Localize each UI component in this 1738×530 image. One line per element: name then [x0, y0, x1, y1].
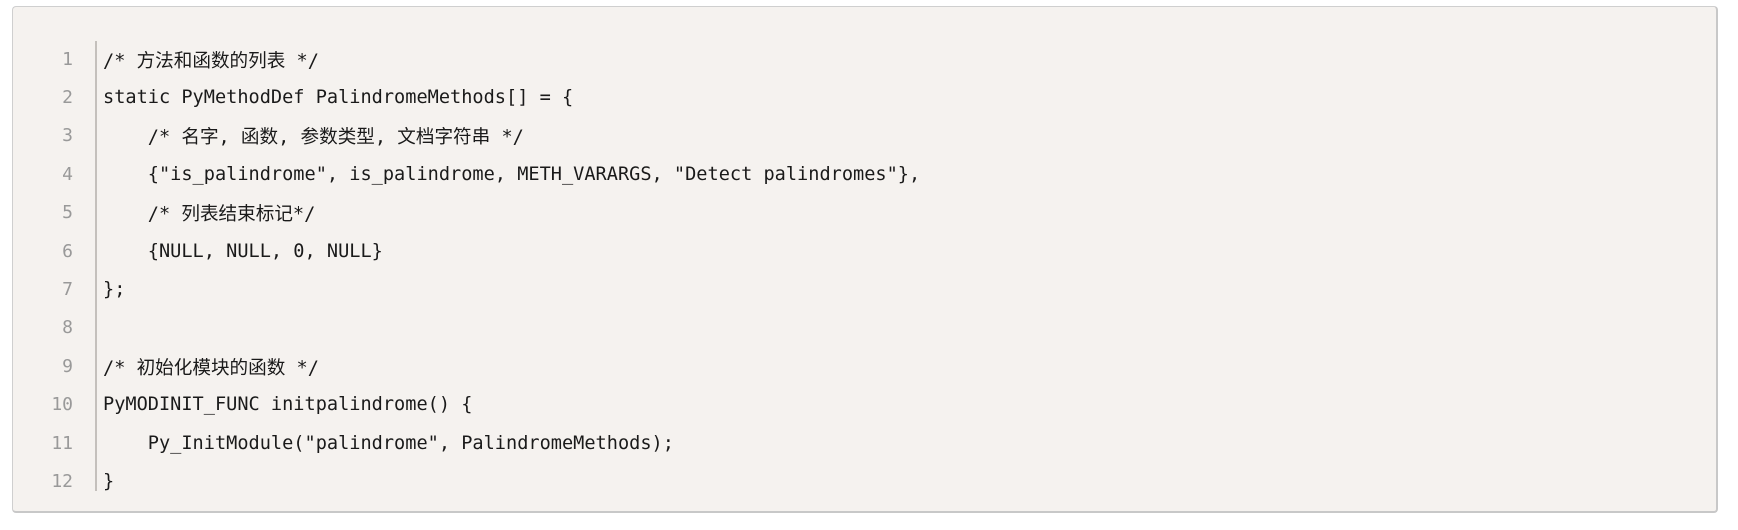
code-line: 1 /* 方法和函数的列表 */: [13, 40, 920, 78]
code-line: 6 {NULL, NULL, 0, NULL}: [13, 232, 920, 270]
line-text: };: [103, 279, 126, 301]
line-number: 5: [62, 202, 73, 224]
code-line: 11 Py_InitModule("palindrome", Palindrom…: [13, 424, 920, 462]
line-text: {"is_palindrome", is_palindrome, METH_VA…: [103, 163, 921, 185]
line-text: /* 方法和函数的列表 */: [103, 50, 319, 72]
line-text: static PyMethodDef PalindromeMethods[] =…: [103, 87, 574, 109]
code-line: 5 /* 列表结束标记*/: [13, 194, 920, 232]
line-number: 1: [62, 48, 73, 70]
line-number: 2: [62, 87, 73, 109]
line-text: /* 列表结束标记*/: [103, 204, 316, 226]
line-number: 4: [62, 163, 73, 185]
code-line: 7};: [13, 270, 920, 308]
code-block: 1 /* 方法和函数的列表 */ 2 static PyMethodDef Pali…: [12, 6, 1718, 513]
line-text: {NULL, NULL, 0, NULL}: [103, 240, 383, 262]
line-number: 10: [51, 394, 73, 416]
line-number: 9: [62, 355, 73, 377]
code-line: 3 /* 名字, 函数, 参数类型, 文档字符串 */: [13, 117, 920, 155]
line-text: Py_InitModule("palindrome", PalindromeMe…: [103, 432, 674, 454]
code-line: 10 PyMODINIT_FUNC initpalindrome() {: [13, 386, 920, 424]
line-number: 11: [51, 432, 73, 454]
code-line: 8: [13, 309, 920, 347]
line-text: /* 初始化模块的函数 */: [103, 357, 319, 379]
line-number: 6: [62, 240, 73, 262]
code-line: 2 static PyMethodDef PalindromeMethods[] …: [13, 78, 920, 116]
line-text: PyMODINIT_FUNC initpalindrome() {: [103, 394, 473, 416]
line-text: /* 名字, 函数, 参数类型, 文档字符串 */: [103, 127, 524, 149]
line-number: 8: [62, 317, 73, 339]
line-text: }: [103, 470, 115, 492]
code-lines: 1 /* 方法和函数的列表 */ 2 static PyMethodDef Pali…: [13, 40, 920, 501]
line-number: 7: [62, 279, 73, 301]
line-number: 3: [62, 125, 73, 147]
code-line: 9 /* 初始化模块的函数 */: [13, 347, 920, 385]
code-line: 12}: [13, 462, 920, 500]
code-line: 4 {"is_palindrome", is_palindrome, METH_…: [13, 155, 920, 193]
line-number: 12: [51, 470, 73, 492]
